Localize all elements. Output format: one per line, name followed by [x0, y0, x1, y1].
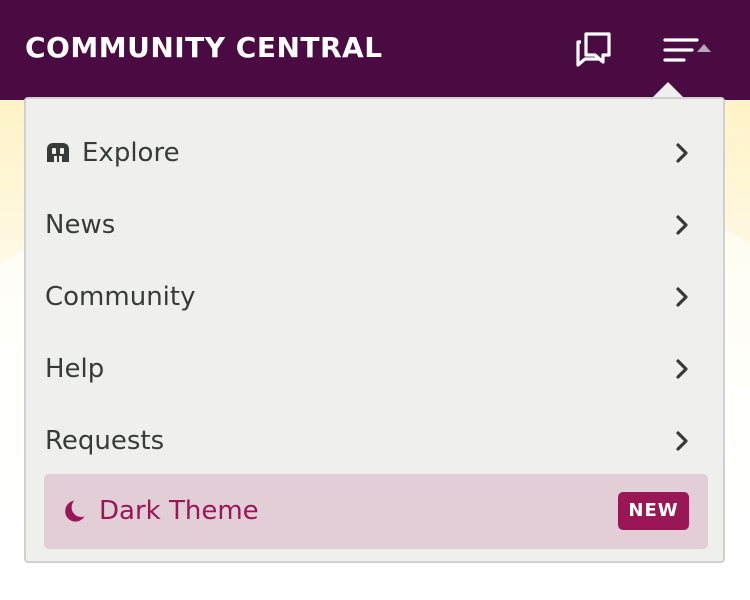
main-menu-button[interactable] [648, 29, 714, 71]
site-header: COMMUNITY CENTRAL [0, 0, 750, 100]
discussions-icon [576, 32, 611, 67]
main-menu-dropdown: Explore News Community Help Requests Dar… [24, 97, 725, 563]
menu-icon [663, 38, 699, 62]
discussions-button[interactable] [573, 29, 615, 71]
menu-item-label: News [45, 210, 116, 240]
menu-item-label: Help [45, 354, 105, 384]
menu-item-label: Community [45, 282, 196, 312]
dark-theme-label: Dark Theme [99, 496, 259, 526]
menu-item-label: Explore [82, 138, 180, 168]
moon-icon [65, 500, 85, 522]
chevron-right-icon [676, 143, 688, 163]
menu-item-requests[interactable]: Requests [45, 405, 707, 477]
menu-item-help[interactable]: Help [45, 333, 707, 405]
chevron-right-icon [676, 359, 688, 379]
chevron-right-icon [676, 215, 688, 235]
site-title[interactable]: COMMUNITY CENTRAL [25, 30, 383, 66]
explore-icon [47, 143, 69, 162]
chevron-right-icon [676, 431, 688, 451]
menu-item-news[interactable]: News [45, 189, 707, 261]
chevron-right-icon [676, 287, 688, 307]
new-badge: NEW [618, 492, 689, 530]
community-central-page: COMMUNITY CENTRAL Explore News Community… [0, 0, 750, 600]
dark-theme-toggle[interactable]: Dark Theme NEW [44, 474, 708, 549]
menu-item-explore[interactable]: Explore [45, 117, 707, 189]
caret-up-icon [697, 44, 711, 52]
menu-item-community[interactable]: Community [45, 261, 707, 333]
menu-item-label: Requests [45, 426, 165, 456]
